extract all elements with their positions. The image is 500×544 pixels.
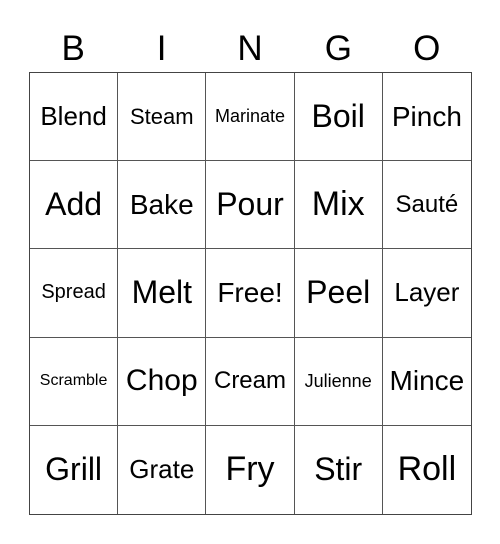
bingo-cell[interactable]: Scramble	[30, 337, 119, 426]
bingo-cell[interactable]: Roll	[383, 426, 471, 514]
bingo-cell[interactable]: Julienne	[294, 337, 383, 426]
bingo-cell[interactable]: Add	[30, 161, 119, 250]
bingo-cell[interactable]: Peel	[294, 249, 383, 338]
bingo-header: B I N G O	[29, 26, 471, 72]
bingo-cell[interactable]: Layer	[382, 249, 471, 338]
bingo-card-grid: Blend Steam Marinate Boil Pinch Add Bake…	[29, 72, 472, 515]
bingo-cell[interactable]: Pinch	[382, 73, 471, 162]
bingo-cell[interactable]: Cream	[206, 337, 295, 426]
bingo-cell[interactable]: Grill	[30, 425, 119, 514]
bingo-cell[interactable]: Blend	[30, 73, 119, 162]
header-letter-o: O	[413, 29, 441, 68]
header-letter-g: G	[324, 29, 352, 68]
header-letter-b: B	[61, 29, 85, 68]
bingo-cell[interactable]: Chop	[118, 337, 207, 426]
bingo-cell[interactable]: Boil	[294, 73, 383, 162]
bingo-cell[interactable]: Steam	[118, 73, 207, 162]
bingo-cell[interactable]: Mix	[294, 161, 383, 250]
bingo-cell[interactable]: Pour	[206, 161, 295, 250]
bingo-cell[interactable]: Spread	[30, 249, 119, 338]
header-letter-i: I	[156, 29, 167, 68]
bingo-cell[interactable]: Grate	[118, 425, 207, 514]
bingo-cell[interactable]: Stir	[295, 425, 383, 514]
bingo-cell[interactable]: Melt	[118, 249, 207, 338]
header-letter-n: N	[237, 29, 263, 68]
bingo-cell[interactable]: Bake	[118, 161, 207, 250]
bingo-cell[interactable]: Mince	[382, 338, 471, 426]
bingo-cell[interactable]: Sauté	[382, 161, 471, 250]
free-space-cell[interactable]: Free!	[206, 249, 295, 338]
bingo-cell[interactable]: Marinate	[206, 73, 295, 162]
bingo-cell[interactable]: Fry	[206, 425, 295, 514]
